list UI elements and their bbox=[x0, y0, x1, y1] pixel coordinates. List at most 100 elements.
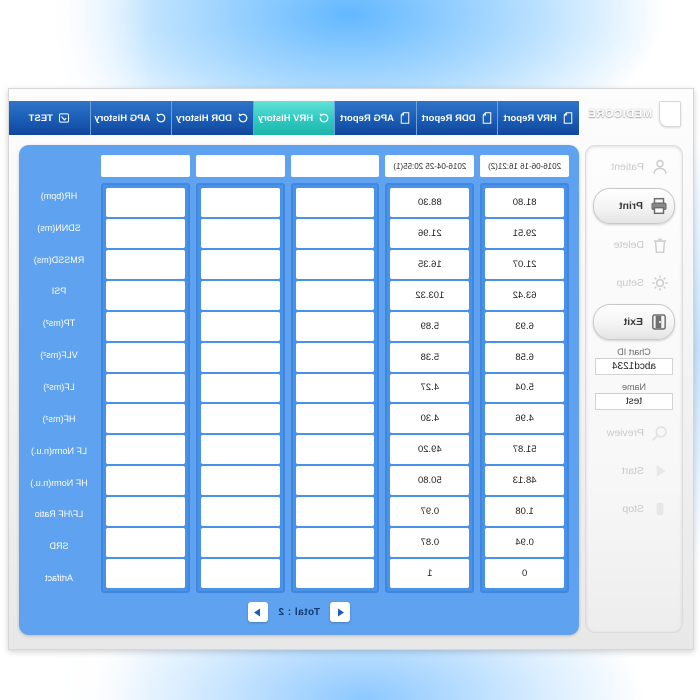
data-column: 2016-06-16 16:21(2) 81.80 29.51 21.07 63.42 6… bbox=[480, 155, 569, 593]
column-header[interactable] bbox=[290, 155, 380, 177]
data-cell bbox=[295, 311, 375, 341]
triangle-right-icon bbox=[254, 608, 261, 616]
data-cell: 4.96 bbox=[485, 404, 564, 434]
data-column bbox=[290, 155, 380, 593]
row-label-column: HR(bpm) SDNN(ms) RMSSD(ms) PSI TP(ms²) VLF(ms… bbox=[23, 155, 95, 593]
column-cells bbox=[290, 183, 380, 593]
sidebar-button-preview: Preview bbox=[593, 416, 675, 450]
history-data-grid: 2016-06-16 16:21(2) 81.80 29.51 21.07 63.42 6… bbox=[23, 155, 569, 593]
person-icon bbox=[653, 159, 667, 174]
sidebar-button-label: Start bbox=[621, 465, 644, 477]
history-arrow-icon bbox=[237, 112, 249, 124]
data-cell: 4.30 bbox=[390, 404, 470, 434]
sidebar-button-print[interactable]: Print bbox=[593, 188, 675, 224]
shield-logo-icon bbox=[659, 101, 681, 127]
data-column bbox=[101, 155, 190, 593]
column-header[interactable] bbox=[101, 155, 190, 177]
field-value[interactable]: test bbox=[595, 394, 673, 410]
next-page-button[interactable] bbox=[247, 602, 268, 622]
data-cell: 29.51 bbox=[485, 218, 564, 248]
printer-icon bbox=[650, 197, 668, 215]
sidebar-button-setup: Setup bbox=[593, 266, 675, 300]
data-cell bbox=[106, 218, 185, 248]
data-cell: 4.27 bbox=[390, 373, 470, 403]
data-cell: 81.80 bbox=[485, 188, 564, 217]
tab-ddr-history[interactable]: DDR History bbox=[171, 101, 253, 135]
field-caption: Chart ID bbox=[595, 347, 673, 359]
tab-hrv-report[interactable]: HRV Report bbox=[497, 101, 579, 135]
data-cell bbox=[200, 373, 280, 403]
sidebar-button-exit[interactable]: Exit bbox=[593, 304, 675, 340]
main-tab-bar: HRV Report DDR Report APG Report HRV His… bbox=[8, 101, 579, 135]
data-cell bbox=[106, 466, 185, 496]
sidebar-button-label: Print bbox=[619, 200, 643, 212]
tab-apg-history[interactable]: APG History bbox=[89, 101, 172, 135]
tab-ddr-report[interactable]: DDR Report bbox=[415, 101, 498, 135]
row-label: LF Norm(n.u.) bbox=[31, 445, 88, 456]
prev-page-button[interactable] bbox=[330, 602, 351, 622]
column-cells: 81.80 29.51 21.07 63.42 6.93 6.58 5.04 4.96 51.8… bbox=[480, 183, 569, 593]
data-cell: 88.30 bbox=[390, 188, 470, 217]
column-header[interactable] bbox=[195, 155, 285, 177]
printer-icon bbox=[651, 197, 667, 215]
data-cell bbox=[106, 311, 185, 341]
column-header[interactable]: 2016-06-16 16:21(2) bbox=[480, 155, 569, 177]
sidebar-button-label: Setup bbox=[616, 277, 644, 289]
gear-icon bbox=[652, 275, 668, 291]
tab-label: DDR Report bbox=[421, 112, 476, 124]
field-value[interactable]: abcd1234 bbox=[595, 359, 673, 375]
total-count-label: Total : 2 bbox=[277, 606, 321, 618]
data-cell: 48.13 bbox=[485, 466, 564, 496]
sidebar-button-start: Start bbox=[593, 454, 675, 488]
history-arrow-icon bbox=[155, 112, 167, 124]
row-label: TP(ms²) bbox=[42, 318, 76, 329]
data-cell bbox=[106, 435, 185, 465]
sidebar-button-patient: Patient bbox=[593, 150, 675, 184]
data-cell: 6.58 bbox=[485, 342, 564, 372]
tab-label: APG Report bbox=[340, 112, 394, 124]
row-label: HF Norm(n.u.) bbox=[30, 477, 88, 488]
data-cell: 5.04 bbox=[485, 373, 564, 403]
data-cell bbox=[106, 342, 185, 372]
row-label: VLF(ms²) bbox=[40, 350, 78, 361]
tab-label: APG History bbox=[94, 112, 151, 124]
data-cell bbox=[200, 311, 280, 341]
sidebar-button-label: Exit bbox=[623, 316, 643, 328]
report-page-icon bbox=[481, 112, 493, 124]
hrv-history-panel: 2016-06-16 16:21(2) 81.80 29.51 21.07 63.42 6… bbox=[19, 145, 579, 635]
row-label-header bbox=[23, 155, 95, 175]
report-page-icon bbox=[482, 112, 491, 124]
data-cell bbox=[106, 497, 185, 527]
history-arrow-icon bbox=[238, 113, 248, 123]
row-label: SDNN(ms) bbox=[37, 222, 81, 233]
tab-apg-report[interactable]: APG Report bbox=[334, 101, 416, 135]
application-window: MEDICORE HRV Report DDR Report APG Repor… bbox=[8, 88, 694, 650]
data-cell bbox=[200, 188, 280, 217]
magnifier-icon bbox=[651, 424, 669, 442]
brand-name: MEDICORE bbox=[587, 108, 652, 120]
tab-label: TEST bbox=[28, 112, 53, 124]
column-header[interactable]: 2016-04-25 20:55(1) bbox=[385, 155, 475, 177]
pagination-bar: Total : 2 bbox=[19, 599, 579, 625]
data-cell bbox=[200, 435, 280, 465]
row-label: LF/HF Ratio bbox=[34, 509, 84, 520]
data-cell bbox=[106, 249, 185, 279]
row-label: SRD bbox=[49, 541, 69, 552]
data-cell: 21.07 bbox=[485, 249, 564, 279]
sidebar-button-label: Stop bbox=[622, 503, 644, 515]
data-cell bbox=[295, 497, 375, 527]
tab-test[interactable]: TEST bbox=[8, 101, 90, 135]
test-screen-icon bbox=[58, 112, 70, 124]
sidebar-button-delete: Delete bbox=[593, 228, 675, 262]
data-cell: 51.87 bbox=[485, 435, 564, 465]
field-caption: Name bbox=[595, 382, 673, 394]
data-cell: 103.32 bbox=[390, 280, 470, 310]
data-cell bbox=[200, 528, 280, 558]
test-screen-icon bbox=[58, 113, 69, 123]
data-column bbox=[195, 155, 285, 593]
column-cells: 88.30 21.96 16.35 103.32 5.89 5.38 4.27 4.30 49.… bbox=[385, 183, 475, 593]
sidebar-button-label: Patient bbox=[611, 161, 644, 173]
tab-label: DDR History bbox=[175, 112, 232, 124]
tab-hrv-history[interactable]: HRV History bbox=[252, 101, 335, 135]
data-cell: 0 bbox=[485, 559, 564, 588]
